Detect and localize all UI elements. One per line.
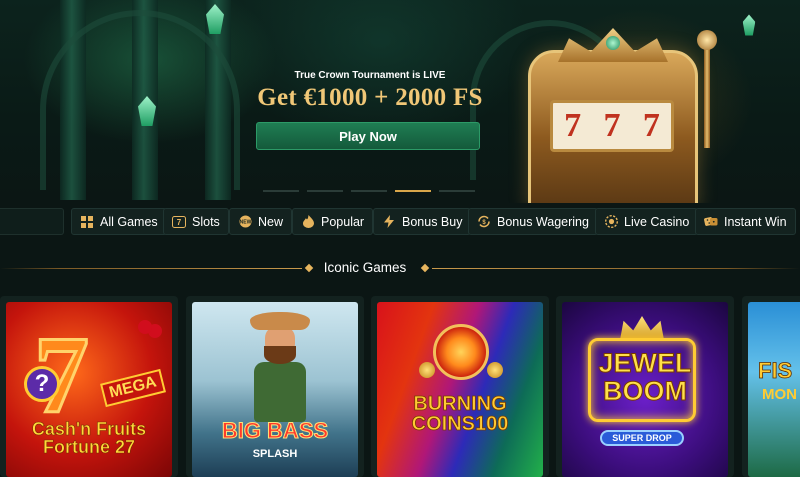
game-title: BURNING COINS100 bbox=[411, 393, 509, 436]
category-instant-win[interactable]: Instant Win bbox=[695, 208, 796, 235]
fire-icon bbox=[301, 215, 315, 229]
svg-text:$: $ bbox=[482, 220, 486, 226]
game-subtitle: MON bbox=[762, 386, 797, 403]
game-thumbnail: JEWEL BOOM SUPER DROP bbox=[562, 302, 728, 477]
mega-badge: MEGA bbox=[100, 368, 166, 408]
fisherman-illustration bbox=[250, 312, 310, 422]
category-label: Live Casino bbox=[624, 214, 690, 229]
carousel-dot[interactable] bbox=[351, 190, 387, 192]
coin-icon bbox=[419, 362, 435, 378]
carousel-dot[interactable] bbox=[263, 190, 299, 192]
hero-tagline: True Crown Tournament is LIVE bbox=[294, 70, 446, 81]
game-thumbnail: FIS MON bbox=[748, 302, 800, 477]
hero-title: Get €1000 + 2000 FS bbox=[257, 84, 483, 111]
category-label: New bbox=[258, 214, 284, 229]
game-tile-burning-coins[interactable]: BURNING COINS100 bbox=[371, 296, 549, 477]
category-label: Popular bbox=[321, 214, 365, 229]
lightning-icon bbox=[382, 215, 396, 229]
flame-emblem-icon bbox=[433, 324, 489, 380]
carousel-dot[interactable] bbox=[439, 190, 475, 192]
grid-icon bbox=[80, 215, 94, 229]
category-bar: All Games 7 Slots NEW New Popular Bonus … bbox=[0, 208, 800, 236]
game-thumbnail: BURNING COINS100 bbox=[377, 302, 543, 477]
carousel-indicators bbox=[263, 190, 475, 192]
slot-machine-illustration: 777 bbox=[518, 28, 718, 203]
game-title: Cash'n Fruits Fortune 27 bbox=[31, 419, 147, 458]
game-title: FIS bbox=[758, 358, 793, 383]
category-popular[interactable]: Popular bbox=[292, 208, 374, 235]
section-title: Iconic Games bbox=[323, 260, 407, 275]
category-label: Bonus Wagering bbox=[497, 214, 589, 229]
diamond-ornament-icon bbox=[420, 263, 430, 273]
category-label: Bonus Buy bbox=[402, 214, 463, 229]
category-new[interactable]: NEW New bbox=[229, 208, 293, 235]
category-all-games[interactable]: All Games bbox=[71, 208, 167, 235]
dice-icon bbox=[704, 215, 718, 229]
game-thumbnail: 7 ? MEGA Cash'n Fruits Fortune 27 bbox=[6, 302, 172, 477]
casino-page: 777 True Crown Tournament is LIVE Get €1… bbox=[0, 0, 800, 477]
crown-icon bbox=[620, 316, 664, 340]
wager-icon: $ bbox=[477, 215, 491, 229]
slot-777-icon: 7 bbox=[172, 215, 186, 229]
category-slots[interactable]: 7 Slots bbox=[163, 208, 229, 235]
game-tile-big-bass-splash[interactable]: BIG BASS SPLASH bbox=[186, 296, 364, 477]
category-label: Slots bbox=[192, 214, 220, 229]
section-divider bbox=[432, 268, 800, 269]
chip-icon bbox=[604, 215, 618, 229]
carousel-dot-active[interactable] bbox=[395, 190, 431, 192]
coin-icon bbox=[487, 362, 503, 378]
game-subtitle: SPLASH bbox=[252, 448, 298, 460]
game-tile-partial[interactable]: FIS MON bbox=[742, 296, 800, 477]
svg-text:7: 7 bbox=[177, 218, 182, 227]
super-drop-badge: SUPER DROP bbox=[600, 430, 684, 446]
play-now-button[interactable]: Play Now bbox=[256, 122, 480, 150]
game-thumbnail: BIG BASS SPLASH bbox=[192, 302, 358, 477]
category-bonus-buy[interactable]: Bonus Buy bbox=[373, 208, 472, 235]
game-tile-jewel-boom[interactable]: JEWEL BOOM SUPER DROP bbox=[556, 296, 734, 477]
game-title: BIG BASS bbox=[221, 418, 329, 443]
hero-banner[interactable]: 777 True Crown Tournament is LIVE Get €1… bbox=[0, 0, 800, 203]
game-tile-cash-n-fruits[interactable]: 7 ? MEGA Cash'n Fruits Fortune 27 bbox=[0, 296, 178, 477]
game-title: JEWEL BOOM bbox=[598, 348, 692, 406]
cherry-icon bbox=[138, 320, 152, 334]
svg-text:NEW: NEW bbox=[239, 220, 251, 226]
search-input[interactable] bbox=[0, 208, 64, 235]
category-bonus-wagering[interactable]: $ Bonus Wagering bbox=[468, 208, 598, 235]
category-label: All Games bbox=[100, 214, 158, 229]
new-badge-icon: NEW bbox=[238, 215, 252, 229]
carousel-dot[interactable] bbox=[307, 190, 343, 192]
category-label: Instant Win bbox=[724, 214, 787, 229]
crystal-decoration bbox=[742, 14, 756, 36]
category-live-casino[interactable]: Live Casino bbox=[595, 208, 699, 235]
section-divider bbox=[0, 268, 302, 269]
